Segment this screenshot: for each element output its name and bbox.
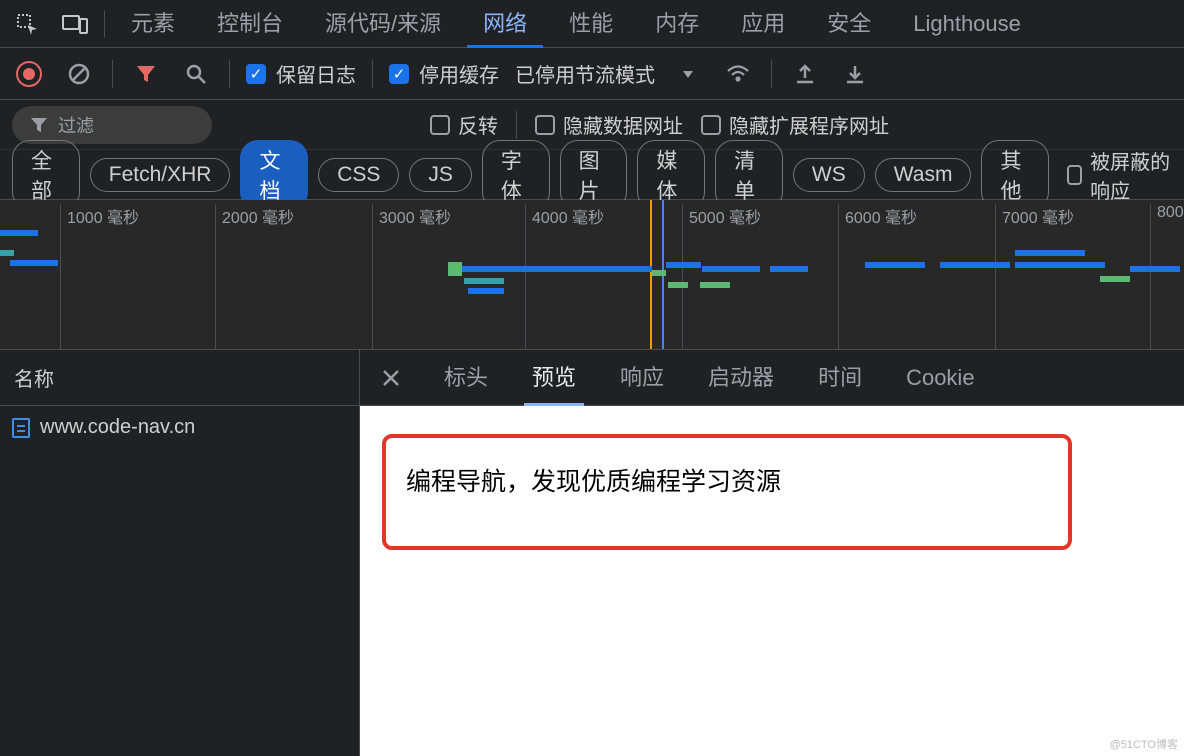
funnel-icon xyxy=(30,116,48,134)
separator xyxy=(229,60,230,88)
close-detail-icon[interactable] xyxy=(374,361,408,395)
wifi-icon[interactable] xyxy=(721,57,755,91)
disable-cache-checkbox[interactable]: ✓ xyxy=(389,64,409,84)
request-url: www.code-nav.cn xyxy=(40,416,195,439)
record-button[interactable] xyxy=(12,57,46,91)
document-icon xyxy=(12,418,30,438)
chip-doc[interactable]: 文档 xyxy=(240,140,308,210)
hide-ext-urls-label: 隐藏扩展程序网址 xyxy=(729,110,889,139)
separator xyxy=(372,60,373,88)
tab-timing[interactable]: 时间 xyxy=(810,350,870,406)
main-tabs: 元素 控制台 源代码/来源 网络 性能 内存 应用 安全 Lighthouse xyxy=(0,0,1184,48)
separator xyxy=(771,60,772,88)
chip-wasm[interactable]: Wasm xyxy=(875,158,972,192)
chip-all[interactable]: 全部 xyxy=(12,140,80,210)
chip-img[interactable]: 图片 xyxy=(560,140,628,210)
clear-button[interactable] xyxy=(62,57,96,91)
filter-placeholder: 过滤 xyxy=(58,112,94,138)
name-column-header[interactable]: 名称 xyxy=(0,350,359,406)
tab-security[interactable]: 安全 xyxy=(811,0,887,48)
type-chips: 全部 Fetch/XHR 文档 CSS JS 字体 图片 媒体 清单 WS Wa… xyxy=(0,150,1184,200)
disable-cache-label: 停用缓存 xyxy=(419,59,499,88)
blocked-checkbox[interactable] xyxy=(1067,165,1082,185)
hide-ext-urls-checkbox[interactable] xyxy=(701,115,721,135)
blocked-label: 被屏蔽的响应 xyxy=(1090,146,1172,204)
separator xyxy=(516,111,517,139)
requests-list: 名称 www.code-nav.cn xyxy=(0,350,360,756)
throttling-dropdown-icon[interactable] xyxy=(671,57,705,91)
waterfall-bars xyxy=(0,230,1184,340)
tab-elements[interactable]: 元素 xyxy=(115,0,191,48)
tab-performance[interactable]: 性能 xyxy=(553,0,629,48)
highlight-box: 编程导航，发现优质编程学习资源 xyxy=(382,434,1072,550)
tab-response[interactable]: 响应 xyxy=(612,350,672,406)
device-toggle-icon[interactable] xyxy=(56,5,94,43)
chip-manifest[interactable]: 清单 xyxy=(715,140,783,210)
download-icon[interactable] xyxy=(838,57,872,91)
chip-font[interactable]: 字体 xyxy=(482,140,550,210)
chip-ws[interactable]: WS xyxy=(793,158,865,192)
tab-sources[interactable]: 源代码/来源 xyxy=(309,0,457,48)
filter-icon[interactable] xyxy=(129,57,163,91)
chip-css[interactable]: CSS xyxy=(318,158,399,192)
tab-initiator[interactable]: 启动器 xyxy=(700,350,782,406)
tab-console[interactable]: 控制台 xyxy=(201,0,299,48)
tab-network[interactable]: 网络 xyxy=(467,0,543,48)
upload-icon[interactable] xyxy=(788,57,822,91)
tab-preview[interactable]: 预览 xyxy=(524,350,584,406)
waterfall-overview[interactable]: 1000 毫秒 2000 毫秒 3000 毫秒 4000 毫秒 5000 毫秒 … xyxy=(0,200,1184,350)
request-row[interactable]: www.code-nav.cn xyxy=(0,406,359,449)
throttling-select[interactable]: 已停用节流模式 xyxy=(515,59,655,88)
preview-text: 编程导航，发现优质编程学习资源 xyxy=(406,462,1048,498)
chip-other[interactable]: 其他 xyxy=(981,140,1049,210)
preserve-log-label: 保留日志 xyxy=(276,59,356,88)
network-toolbar: ✓ 保留日志 ✓ 停用缓存 已停用节流模式 xyxy=(0,48,1184,100)
preserve-log-checkbox[interactable]: ✓ xyxy=(246,64,266,84)
tab-application[interactable]: 应用 xyxy=(725,0,801,48)
chip-media[interactable]: 媒体 xyxy=(637,140,705,210)
separator xyxy=(104,10,105,38)
search-icon[interactable] xyxy=(179,57,213,91)
hide-data-urls-checkbox[interactable] xyxy=(535,115,555,135)
request-detail: 标头 预览 响应 启动器 时间 Cookie 编程导航，发现优质编程学习资源 xyxy=(360,350,1184,756)
tab-cookies[interactable]: Cookie xyxy=(898,350,982,406)
chip-fetch[interactable]: Fetch/XHR xyxy=(90,158,231,192)
separator xyxy=(112,60,113,88)
tab-headers[interactable]: 标头 xyxy=(436,350,496,406)
watermark: @51CTO博客 xyxy=(1110,736,1178,752)
tab-memory[interactable]: 内存 xyxy=(639,0,715,48)
tab-lighthouse[interactable]: Lighthouse xyxy=(897,0,1037,48)
preview-body: 编程导航，发现优质编程学习资源 xyxy=(360,406,1184,756)
hide-data-urls-label: 隐藏数据网址 xyxy=(563,110,683,139)
filter-input[interactable]: 过滤 xyxy=(12,106,212,144)
invert-label: 反转 xyxy=(458,110,498,139)
invert-checkbox[interactable] xyxy=(430,115,450,135)
inspect-icon[interactable] xyxy=(8,5,46,43)
chip-js[interactable]: JS xyxy=(409,158,472,192)
